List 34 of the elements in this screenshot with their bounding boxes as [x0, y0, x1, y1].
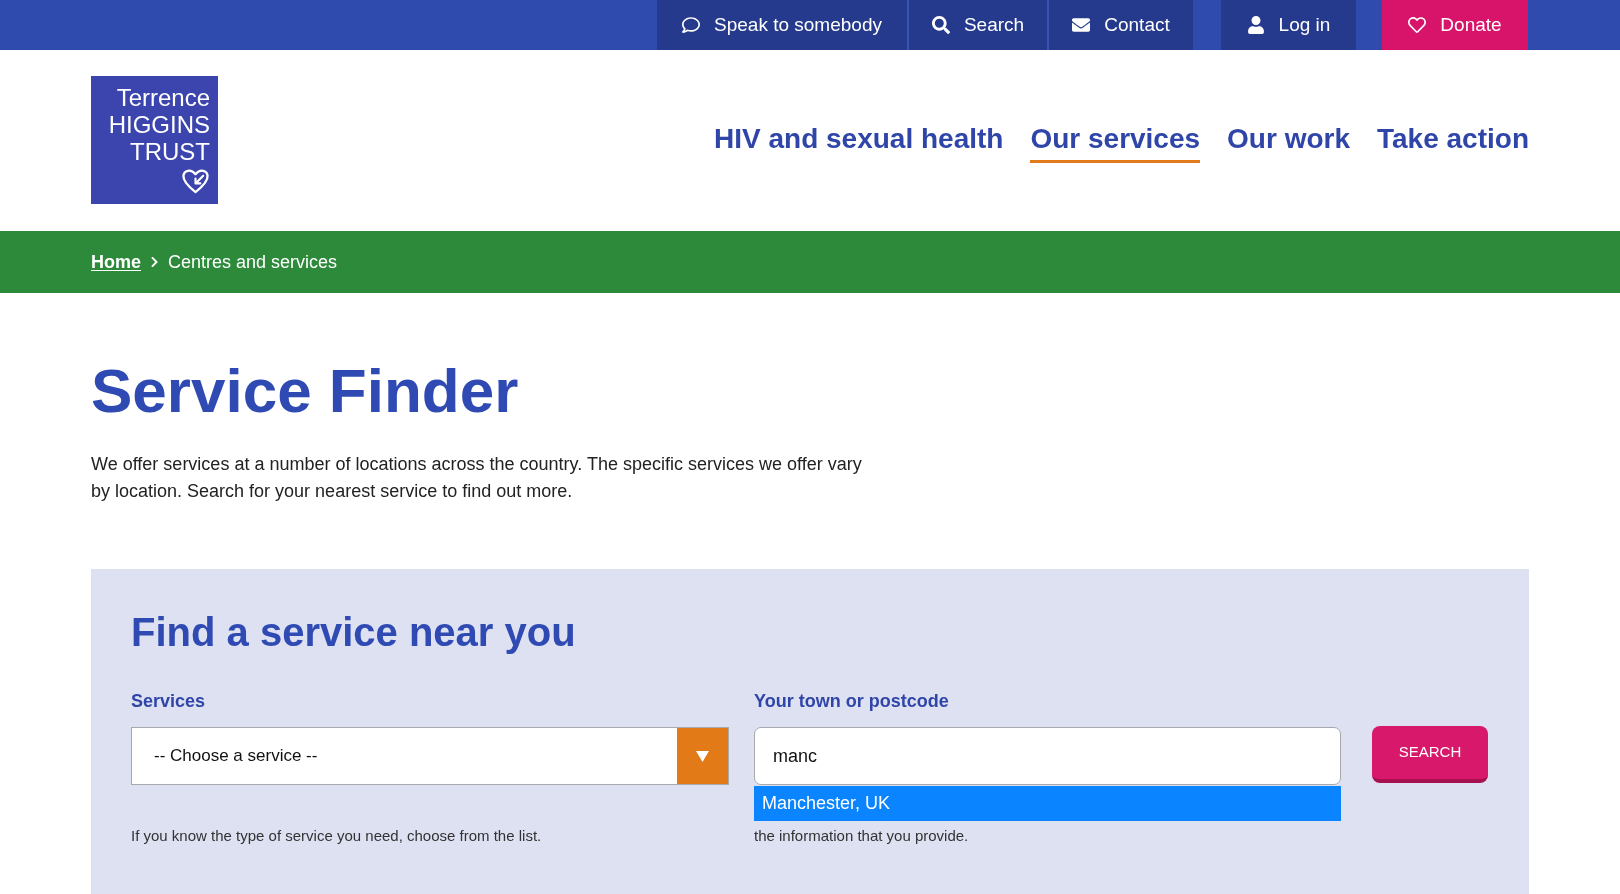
top-bar-link[interactable]: Speak to somebody [657, 0, 907, 50]
top-bar-link[interactable]: Search [907, 0, 1047, 50]
nav-link[interactable]: Our work [1227, 121, 1350, 163]
service-select[interactable]: -- Choose a service -- [131, 727, 729, 785]
nav-link[interactable]: HIV and sexual health [714, 121, 1004, 163]
breadcrumb-link[interactable]: Home [91, 248, 141, 276]
location-input[interactable]: manc [754, 727, 1341, 785]
user-icon [1246, 16, 1265, 34]
nav-link[interactable]: Our services [1030, 121, 1201, 163]
breadcrumb-current: Centres and services [168, 250, 338, 274]
autocomplete-option[interactable]: Manchester, UK [754, 786, 1341, 821]
logo-text: HIGGINS [108, 111, 210, 138]
top-bar-link[interactable]: Log in [1221, 0, 1356, 50]
field-label: Your town or postcode [754, 690, 949, 713]
heart-arrow-icon [181, 167, 210, 194]
help-text: If you know the type of service you need, choose from the list. [131, 826, 542, 846]
logo-text: TRUST [130, 138, 210, 165]
help-text: the information that you provide. [754, 826, 969, 846]
search-button[interactable]: SEARCH [1372, 726, 1488, 783]
heart-icon [1408, 16, 1427, 34]
envelope-icon [1072, 16, 1091, 34]
nav-link[interactable]: Take action [1377, 121, 1529, 163]
intro-paragraph: We offer services at a number of locations across the country. The specific services we offer vary by location. Search for your nearest service to find out more. [91, 453, 863, 503]
top-bar-link[interactable]: Contact [1047, 0, 1193, 50]
page-title: Service Finder [91, 356, 519, 426]
finder-heading: Find a service near you [131, 609, 576, 656]
search-icon [931, 16, 950, 34]
logo[interactable]: Terrence HIGGINS TRUST [91, 76, 218, 204]
donate-button[interactable]: Donate [1382, 0, 1528, 50]
logo-text: Terrence [116, 84, 210, 111]
dropdown-caret-icon [677, 728, 728, 784]
chevron-right-icon [150, 256, 159, 268]
field-label: Services [131, 690, 206, 713]
speech-bubble-icon [682, 16, 700, 34]
